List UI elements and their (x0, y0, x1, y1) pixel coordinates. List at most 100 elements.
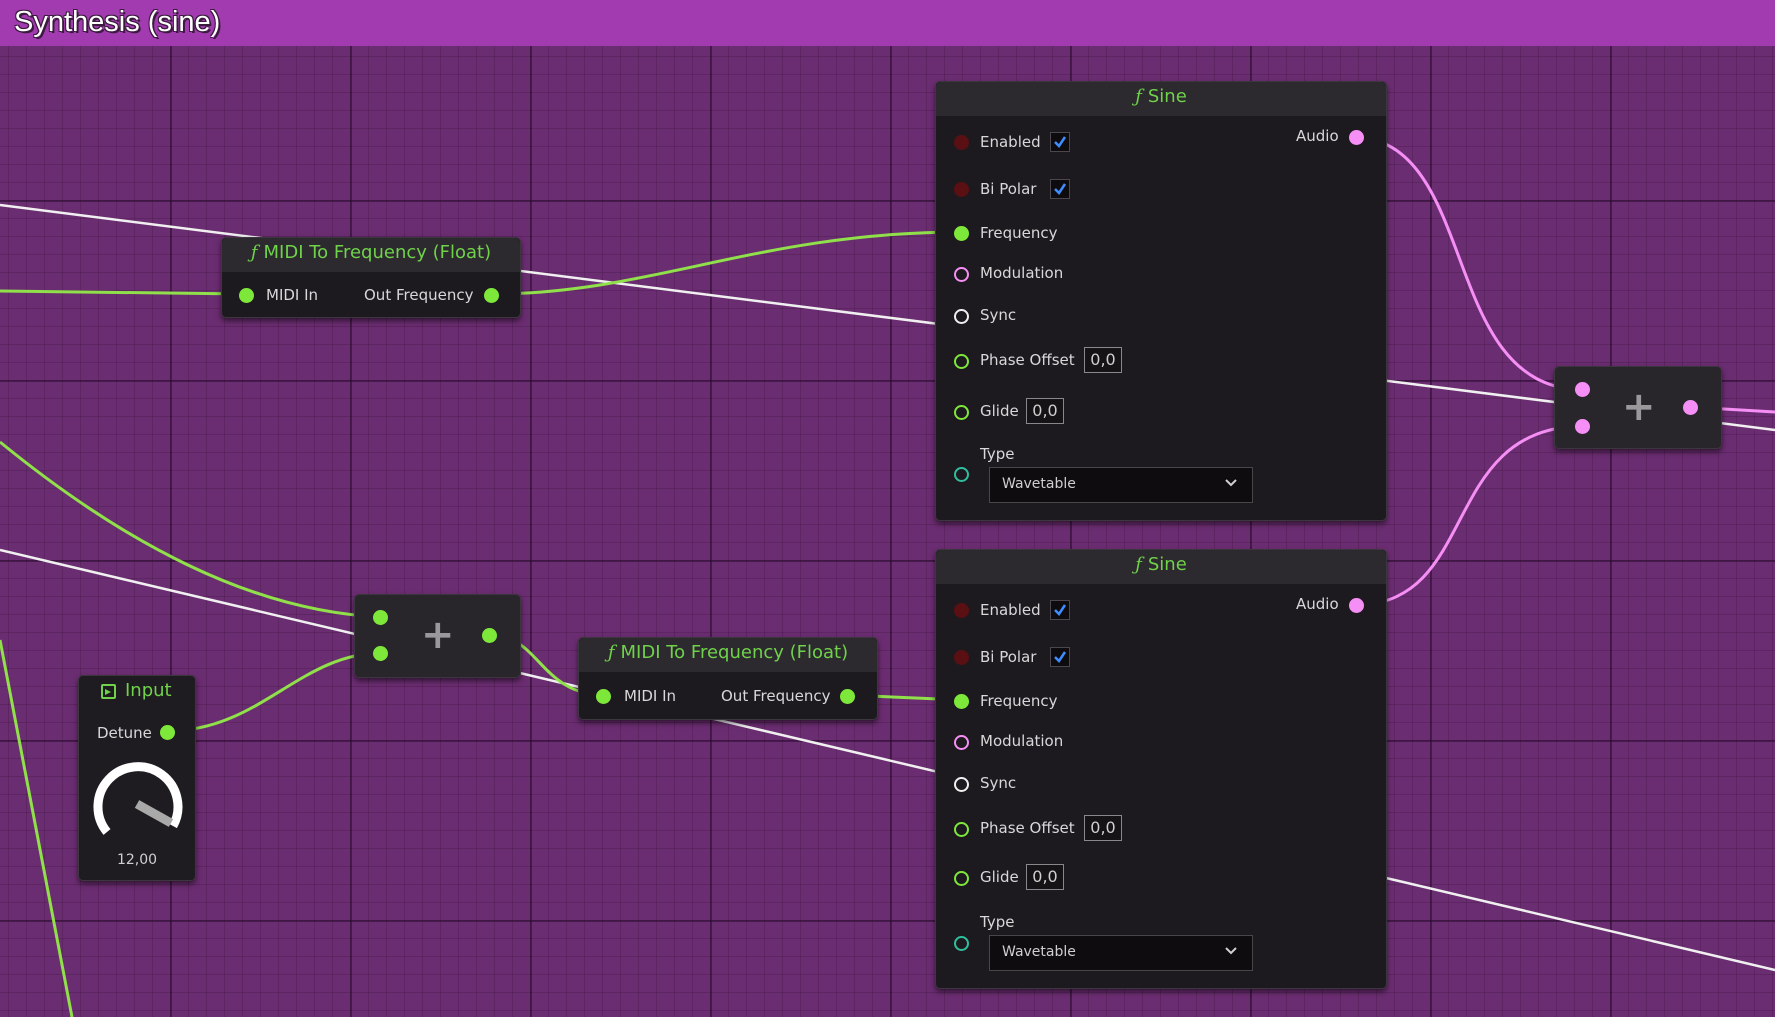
audio-out-pin[interactable] (1349, 598, 1364, 613)
detune-label: Detune (97, 724, 152, 742)
sync-pin[interactable] (954, 309, 969, 324)
glide-pin[interactable] (954, 405, 969, 420)
glide-input[interactable]: 0,0 (1026, 398, 1064, 424)
knob-value: 12,00 (116, 852, 158, 868)
node-header: ƒ MIDI To Frequency (Float) (222, 238, 520, 272)
frequency-label: Frequency (980, 692, 1058, 710)
modulation-pin[interactable] (954, 267, 969, 282)
out-frequency-label: Out Frequency (364, 286, 474, 304)
sync-label: Sync (980, 306, 1017, 324)
out-frequency-pin[interactable] (840, 689, 855, 704)
add-node-2[interactable]: + (1554, 366, 1722, 449)
phase-offset-input[interactable]: 0,0 (1084, 815, 1122, 841)
type-dropdown[interactable]: Wavetable (989, 935, 1253, 971)
type-label: Type (980, 913, 1015, 931)
frequency-pin[interactable] (954, 694, 969, 709)
glide-input[interactable]: 0,0 (1026, 864, 1064, 890)
float-wire-detune-to-add1[interactable] (167, 651, 383, 733)
input-icon (101, 684, 116, 699)
type-label: Type (980, 445, 1015, 463)
node-title: MIDI To Frequency (Float) (263, 242, 492, 263)
modulation-label: Modulation (980, 732, 1064, 750)
midi-in-label: MIDI In (266, 286, 319, 304)
enabled-checkbox[interactable] (1050, 600, 1070, 620)
enabled-checkbox[interactable] (1050, 132, 1070, 152)
plus-icon: + (421, 612, 455, 658)
bipolar-pin[interactable] (954, 182, 969, 197)
modulation-label: Modulation (980, 264, 1064, 282)
enabled-pin[interactable] (954, 135, 969, 150)
bipolar-checkbox[interactable] (1050, 647, 1070, 667)
type-dropdown[interactable]: Wavetable (989, 467, 1253, 503)
add-input-b-pin[interactable] (373, 646, 388, 661)
graph-canvas[interactable]: Synthesis (sine) ƒ MIDI To Frequency (Flo… (0, 0, 1775, 1017)
function-icon: ƒ (1135, 86, 1142, 107)
sine-node-1[interactable]: ƒ Sine Enabled Bi Polar Frequency Modulat… (935, 81, 1387, 521)
sine-node-2[interactable]: ƒ Sine Enabled Bi Polar Frequency Modulat… (935, 549, 1387, 989)
bipolar-label: Bi Polar (980, 180, 1037, 198)
glide-label: Glide (980, 868, 1019, 886)
phase-offset-input[interactable]: 0,0 (1084, 347, 1122, 373)
float-wire-midi1-to-sine1[interactable] (492, 230, 963, 296)
midi-in-pin[interactable] (596, 689, 611, 704)
phase-offset-label: Phase Offset (980, 351, 1075, 369)
phase-offset-pin[interactable] (954, 822, 969, 837)
node-title: Sine (1147, 86, 1187, 107)
exec-wire-lower[interactable] (0, 548, 1775, 972)
add-audio-output-pin[interactable] (1683, 400, 1698, 415)
function-icon: ƒ (250, 242, 258, 263)
bipolar-checkbox[interactable] (1050, 179, 1070, 199)
add-audio-input-a-pin[interactable] (1575, 382, 1590, 397)
out-frequency-label: Out Frequency (721, 687, 831, 705)
midi-in-label: MIDI In (624, 687, 677, 705)
bipolar-pin[interactable] (954, 650, 969, 665)
audio-label: Audio (1296, 595, 1339, 613)
type-pin[interactable] (954, 467, 969, 482)
glide-label: Glide (980, 402, 1019, 420)
detune-pin[interactable] (160, 725, 175, 740)
chevron-down-icon (1225, 479, 1237, 487)
add-output-pin[interactable] (482, 628, 497, 643)
midi-in-pin[interactable] (239, 288, 254, 303)
glide-pin[interactable] (954, 871, 969, 886)
float-wire-left-to-add1[interactable] (0, 440, 383, 619)
bipolar-label: Bi Polar (980, 648, 1037, 666)
node-title: Sine (1147, 554, 1187, 575)
audio-wire-sine1-to-add2[interactable] (1359, 135, 1586, 392)
graph-title-bar: Synthesis (sine) (0, 0, 1775, 46)
function-icon: ƒ (607, 642, 615, 663)
frequency-pin[interactable] (954, 226, 969, 241)
add-audio-input-b-pin[interactable] (1575, 419, 1590, 434)
float-wire-left-to-midi1[interactable] (0, 289, 246, 296)
detune-knob[interactable] (89, 756, 185, 852)
plus-icon: + (1622, 384, 1656, 430)
wires-layer (0, 135, 1775, 1017)
midi-to-frequency-node-2[interactable]: ƒ MIDI To Frequency (Float) MIDI In Out F… (578, 637, 878, 720)
sync-label: Sync (980, 774, 1017, 792)
midi-to-frequency-node-1[interactable]: ƒ MIDI To Frequency (Float) MIDI In Out F… (221, 237, 521, 318)
type-pin[interactable] (954, 936, 969, 951)
audio-label: Audio (1296, 127, 1339, 145)
audio-wire-sine2-to-add2[interactable] (1359, 424, 1586, 607)
type-value: Wavetable (1002, 476, 1076, 492)
enabled-pin[interactable] (954, 603, 969, 618)
enabled-label: Enabled (980, 133, 1041, 151)
phase-offset-pin[interactable] (954, 354, 969, 369)
input-node[interactable]: Input Detune 12,00 (78, 675, 196, 881)
node-header: ƒ Sine (936, 550, 1386, 584)
chevron-down-icon (1225, 947, 1237, 955)
float-wire-left-down[interactable] (0, 639, 74, 1017)
out-frequency-pin[interactable] (484, 288, 499, 303)
phase-offset-label: Phase Offset (980, 819, 1075, 837)
add-input-a-pin[interactable] (373, 610, 388, 625)
node-header: ƒ MIDI To Frequency (Float) (579, 638, 877, 672)
modulation-pin[interactable] (954, 735, 969, 750)
input-title: Input (125, 680, 172, 701)
type-value: Wavetable (1002, 944, 1076, 960)
graph-title: Synthesis (sine) (14, 6, 221, 38)
sync-pin[interactable] (954, 777, 969, 792)
enabled-label: Enabled (980, 601, 1041, 619)
frequency-label: Frequency (980, 224, 1058, 242)
add-node-1[interactable]: + (354, 594, 521, 678)
audio-out-pin[interactable] (1349, 130, 1364, 145)
